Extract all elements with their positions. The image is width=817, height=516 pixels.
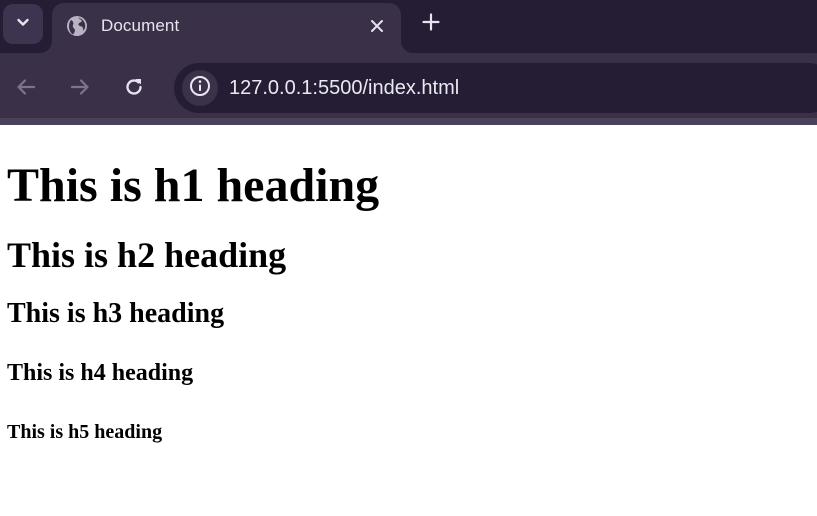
close-icon[interactable] [366, 15, 388, 37]
forward-button[interactable] [66, 75, 94, 103]
back-button[interactable] [12, 75, 40, 103]
tab-document[interactable]: Document [52, 3, 401, 53]
plus-icon [422, 12, 440, 36]
heading-h1: This is h1 heading [7, 159, 380, 212]
toolbar: 127.0.0.1:5500/index.html [0, 53, 817, 125]
address-bar[interactable]: 127.0.0.1:5500/index.html [174, 63, 817, 113]
chevron-down-icon [15, 14, 31, 35]
heading-h4: This is h4 heading [7, 360, 194, 386]
site-info-button[interactable] [182, 70, 218, 106]
arrow-right-icon [69, 76, 91, 103]
heading-h2: This is h2 heading [7, 235, 287, 275]
browser-window: Document 127.0.0.1:5500/index.html This … [0, 0, 817, 516]
reload-icon [123, 76, 145, 103]
new-tab-button[interactable] [418, 11, 444, 37]
page-content: This is h1 heading This is h2 heading Th… [0, 125, 817, 516]
info-icon [189, 75, 211, 102]
arrow-left-icon [15, 76, 37, 103]
reload-button[interactable] [120, 75, 148, 103]
url-text[interactable]: 127.0.0.1:5500/index.html [229, 77, 459, 100]
heading-h5: This is h5 heading [7, 421, 163, 443]
globe-icon [66, 15, 88, 37]
tab-title: Document [101, 16, 180, 35]
heading-h3: This is h3 heading [7, 298, 225, 329]
tab-strip: Document [0, 0, 817, 53]
toolbar-divider [0, 118, 817, 125]
tab-search-button[interactable] [3, 4, 43, 44]
